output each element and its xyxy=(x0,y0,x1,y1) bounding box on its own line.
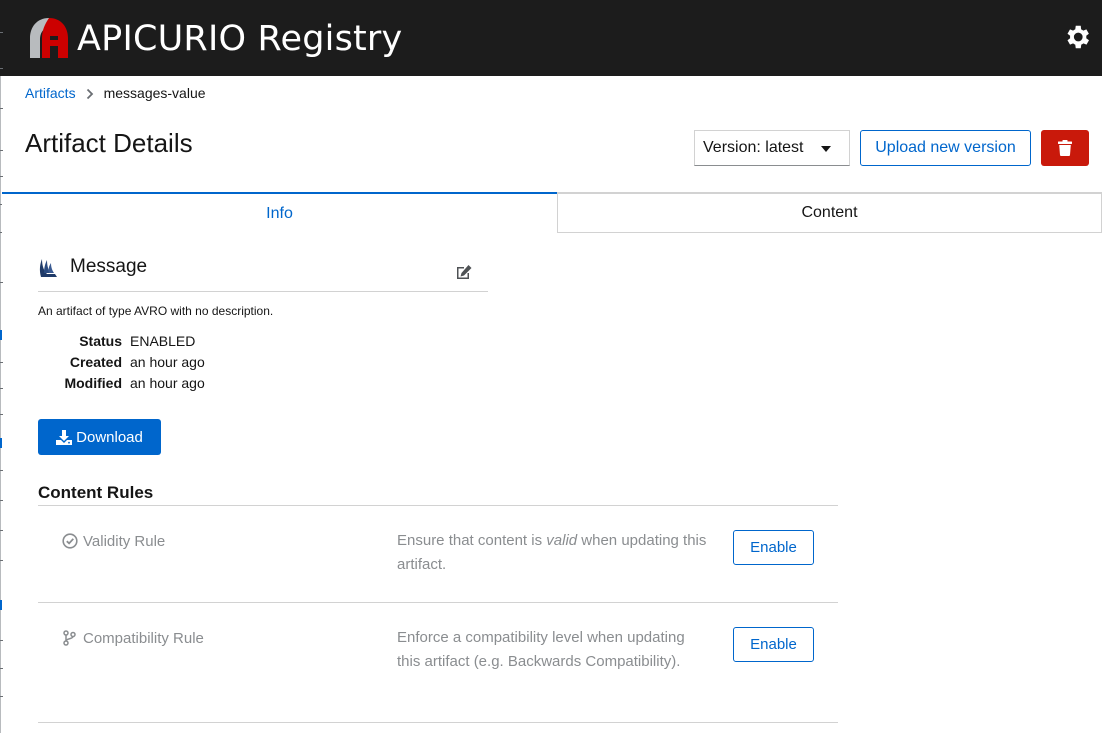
tab-content[interactable]: Content xyxy=(557,192,1102,233)
sidebar-indicator xyxy=(0,600,2,610)
meta-row-status: Status ENABLED xyxy=(38,333,205,354)
delete-artifact-button[interactable] xyxy=(1041,130,1089,166)
sidebar-tick xyxy=(0,414,3,415)
breadcrumb: Artifacts messages-value xyxy=(25,85,206,101)
enable-compatibility-rule-button[interactable]: Enable xyxy=(733,627,814,662)
download-icon xyxy=(56,429,73,445)
content-rules-title: Content Rules xyxy=(38,483,154,502)
tab-info[interactable]: Info xyxy=(2,192,557,233)
sidebar-tick xyxy=(0,640,3,641)
sidebar-collapsed-strip xyxy=(0,76,2,733)
download-button[interactable]: Download xyxy=(38,419,161,455)
divider xyxy=(38,291,488,292)
sidebar-tick xyxy=(0,470,3,471)
compatibility-rule-name: Compatibility Rule xyxy=(83,630,204,647)
rule-desc-emphasis: valid xyxy=(546,532,578,549)
chevron-right-icon xyxy=(76,85,104,101)
masthead: APICURIO Registry xyxy=(0,0,1102,76)
tab-bar: Info Content xyxy=(2,192,1102,233)
sidebar-tick xyxy=(0,108,3,109)
version-select-label: Version: latest xyxy=(703,139,804,156)
check-circle-icon xyxy=(62,533,78,549)
sidebar-tick xyxy=(0,500,3,501)
artifact-name: Message xyxy=(70,256,148,277)
meta-value: an hour ago xyxy=(130,375,205,391)
sidebar-tick xyxy=(0,362,3,363)
enable-validity-rule-button[interactable]: Enable xyxy=(733,530,814,565)
sidebar-indicator xyxy=(0,330,2,340)
sidebar-tick xyxy=(0,560,3,561)
sidebar-tick xyxy=(0,176,3,177)
apicurio-logo-icon[interactable] xyxy=(28,16,70,60)
sidebar-tick xyxy=(0,696,3,697)
download-label: Download xyxy=(76,428,143,446)
avro-icon xyxy=(39,259,57,277)
sidebar-tick xyxy=(0,68,3,69)
caret-down-icon xyxy=(821,146,831,152)
meta-label: Status xyxy=(79,333,122,349)
validity-rule-name: Validity Rule xyxy=(83,533,166,550)
meta-value: ENABLED xyxy=(130,333,196,349)
sidebar-tick xyxy=(0,150,3,151)
version-select[interactable]: Version: latest xyxy=(694,130,850,166)
page-title: Artifact Details xyxy=(25,128,193,158)
sidebar-tick xyxy=(0,668,3,669)
divider xyxy=(38,602,838,603)
compatibility-rule-description: Enforce a compatibility level when updat… xyxy=(397,626,707,674)
gear-icon[interactable] xyxy=(1062,22,1092,52)
sidebar-indicator xyxy=(0,438,2,448)
breadcrumb-current: messages-value xyxy=(103,85,206,101)
artifact-description: An artifact of type AVRO with no descrip… xyxy=(38,304,274,318)
brand-title: APICURIO Registry xyxy=(77,19,403,59)
meta-row-modified: Modified an hour ago xyxy=(38,375,205,396)
sidebar-tick xyxy=(0,388,3,389)
upload-new-version-button[interactable]: Upload new version xyxy=(860,130,1031,166)
validity-rule-description: Ensure that content is valid when updati… xyxy=(397,529,707,577)
trash-icon xyxy=(1058,140,1072,156)
rule-desc-text: Enforce a compatibility level when updat… xyxy=(397,629,685,670)
meta-value: an hour ago xyxy=(130,354,205,370)
sidebar-tick xyxy=(0,32,3,33)
sidebar-tick xyxy=(0,282,3,283)
sidebar-tick xyxy=(0,530,3,531)
rule-desc-text: Ensure that content is xyxy=(397,532,547,549)
meta-row-created: Created an hour ago xyxy=(38,354,205,375)
meta-label: Created xyxy=(69,354,122,370)
meta-label: Modified xyxy=(64,375,122,391)
artifact-metadata: Status ENABLED Created an hour ago Modif… xyxy=(38,333,205,396)
divider xyxy=(38,505,838,506)
code-branch-icon xyxy=(63,630,76,646)
divider xyxy=(38,722,838,723)
edit-icon[interactable] xyxy=(455,264,473,280)
breadcrumb-artifacts-link[interactable]: Artifacts xyxy=(25,85,76,101)
